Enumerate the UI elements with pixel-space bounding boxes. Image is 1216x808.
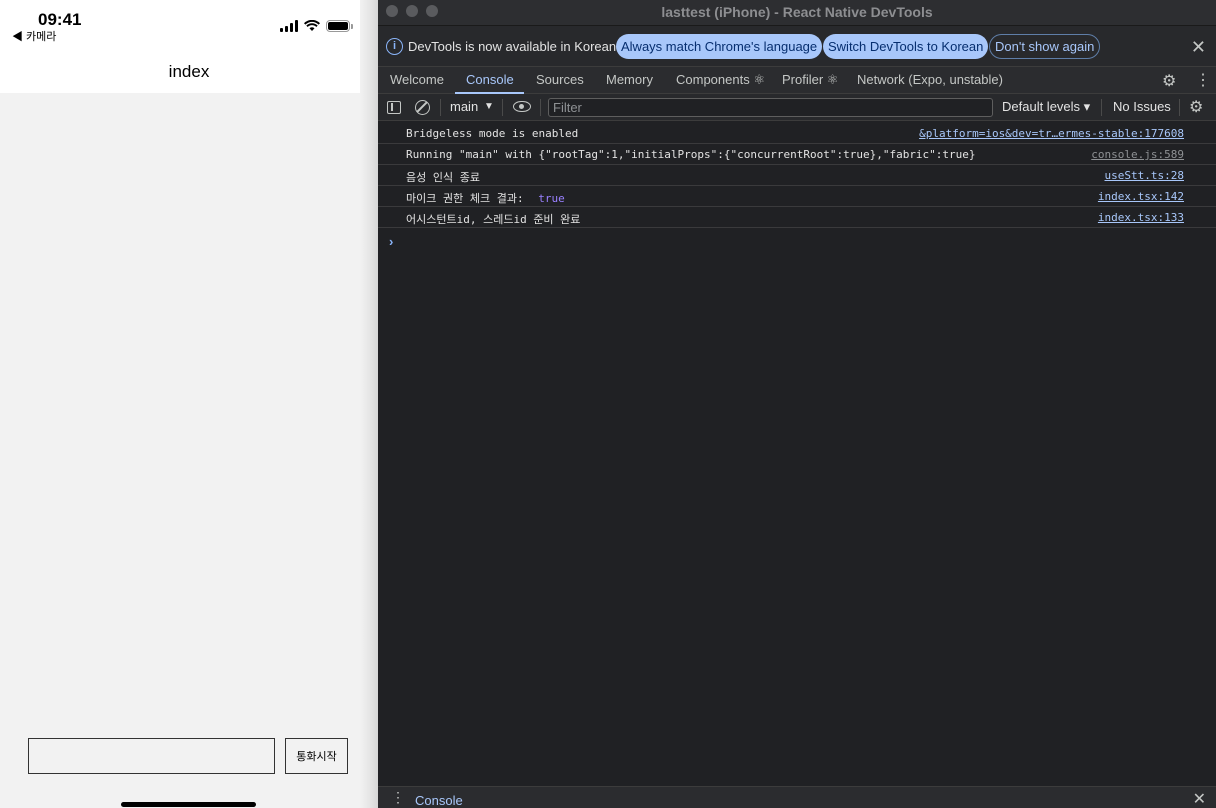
toolbar-divider <box>1179 99 1180 116</box>
source-link[interactable]: useStt.ts:28 <box>1105 169 1184 182</box>
window-titlebar: lasttest (iPhone) - React Native DevTool… <box>378 0 1216 26</box>
console-message: 음성 인식 종료 useStt.ts:28 <box>378 165 1216 186</box>
battery-icon <box>326 20 353 32</box>
clear-console-icon[interactable] <box>415 100 430 115</box>
page-title: index <box>168 62 210 81</box>
cellular-signal-icon <box>280 20 298 32</box>
phone-edge <box>360 0 378 808</box>
console-message-text: Bridgeless mode is enabled <box>406 127 579 140</box>
tab-components[interactable]: Components ⚛ <box>676 72 765 88</box>
console-message: 어시스턴트id, 스레드id 준비 완료 index.tsx:133 <box>378 207 1216 228</box>
toolbar-divider <box>1101 99 1102 116</box>
settings-gear-icon[interactable]: ⚙ <box>1162 71 1176 91</box>
log-levels-dropdown[interactable]: Default levels ▾ <box>1002 99 1090 115</box>
context-select[interactable]: main <box>450 99 478 114</box>
toolbar-divider <box>440 99 441 116</box>
console-message: 마이크 권한 체크 결과: true index.tsx:142 <box>378 186 1216 207</box>
filter-input[interactable] <box>549 99 992 116</box>
switch-language-button[interactable]: Switch DevTools to Korean <box>823 34 989 59</box>
chevron-down-icon[interactable]: ▼ <box>484 101 494 112</box>
toolbar-divider <box>540 99 541 116</box>
window-title: lasttest (iPhone) - React Native DevTool… <box>661 4 933 20</box>
message-input[interactable] <box>28 738 275 774</box>
console-message: Running "main" with {"rootTag":1,"initia… <box>378 144 1216 165</box>
tab-console[interactable]: Console <box>466 72 514 87</box>
toolbar-divider <box>502 99 503 116</box>
drawer-menu-icon[interactable]: ⋮ <box>391 789 405 806</box>
tab-memory[interactable]: Memory <box>606 72 653 87</box>
console-boolean-value: true <box>538 192 565 205</box>
tab-profiler[interactable]: Profiler ⚛ <box>782 72 838 88</box>
console-message-text: 어시스턴트id, 스레드id 준비 완료 <box>406 213 581 226</box>
console-output: Bridgeless mode is enabled &platform=ios… <box>378 122 1216 785</box>
source-link[interactable]: index.tsx:142 <box>1098 190 1184 203</box>
drawer-bar: ⋮ Console ✕ <box>378 786 1216 808</box>
console-message-text: Running "main" with {"rootTag":1,"initia… <box>406 148 976 161</box>
infobar-message: DevTools is now available in Korean! <box>408 39 620 54</box>
match-language-button[interactable]: Always match Chrome's language <box>616 34 823 59</box>
console-message: Bridgeless mode is enabled &platform=ios… <box>378 123 1216 144</box>
source-link[interactable]: console.js:589 <box>1091 148 1184 161</box>
home-indicator[interactable] <box>121 802 256 807</box>
panel-tabs: Welcome Console Sources Memory Component… <box>378 67 1216 94</box>
issues-counter[interactable]: No Issues <box>1113 99 1171 114</box>
more-options-icon[interactable]: ⋮ <box>1195 70 1211 90</box>
tab-network[interactable]: Network (Expo, unstable) <box>857 72 1003 87</box>
filter-field[interactable] <box>548 98 993 117</box>
info-icon: i <box>386 38 403 55</box>
console-message-label: 마이크 권한 체크 결과: <box>406 192 531 205</box>
console-message-text: 음성 인식 종료 <box>406 171 480 184</box>
language-infobar: i DevTools is now available in Korean! A… <box>378 26 1216 67</box>
console-toolbar: main ▼ Default levels ▾ No Issues ⚙ <box>378 94 1216 121</box>
devtools-window: lasttest (iPhone) - React Native DevTool… <box>378 0 1216 808</box>
drawer-tab-console[interactable]: Console <box>415 793 463 808</box>
dont-show-again-button[interactable]: Don't show again <box>989 34 1101 59</box>
console-prompt[interactable]: › <box>389 234 393 249</box>
close-drawer-icon[interactable]: ✕ <box>1193 789 1206 808</box>
close-icon[interactable]: ✕ <box>1191 37 1206 58</box>
console-settings-gear-icon[interactable]: ⚙ <box>1189 97 1203 117</box>
tab-sources[interactable]: Sources <box>536 72 584 87</box>
live-expression-eye-icon[interactable] <box>513 101 531 112</box>
source-link[interactable]: index.tsx:133 <box>1098 211 1184 224</box>
start-call-button[interactable]: 통화시작 <box>285 738 348 774</box>
source-link[interactable]: &platform=ios&dev=tr…ermes-stable:177608 <box>919 127 1184 140</box>
tab-welcome[interactable]: Welcome <box>390 72 444 87</box>
back-to-camera-link[interactable]: ◀ 카메라 <box>12 28 56 44</box>
sidebar-toggle-icon[interactable] <box>387 101 401 114</box>
status-time: 09:41 <box>38 10 82 29</box>
status-icons <box>280 20 353 32</box>
wifi-icon <box>304 20 320 31</box>
phone-simulator: 09:41 ◀ 카메라 index 통화시작 <box>0 0 378 808</box>
console-message-text: 마이크 권한 체크 결과: true <box>406 190 565 206</box>
